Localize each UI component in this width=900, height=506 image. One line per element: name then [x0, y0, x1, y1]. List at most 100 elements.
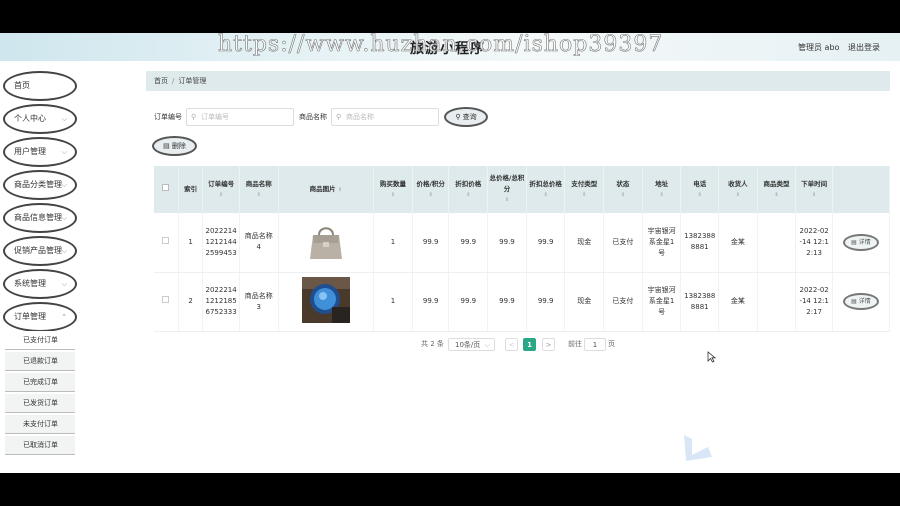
cell-line: 6752333: [205, 308, 237, 317]
cell-price-points: 99.9: [412, 272, 450, 333]
detail-button[interactable]: ▤ 详情: [842, 293, 879, 311]
trash-icon: ▤: [163, 142, 172, 150]
page-size-select[interactable]: 10条/页 ⌵: [448, 338, 495, 351]
col-total-price-points[interactable]: 总价格/总积分 ⇕: [487, 166, 527, 213]
sidebar-item-category[interactable]: 商品分类管理 ⌵: [3, 170, 77, 200]
sidebar-item-system[interactable]: 系统管理 ⌵: [3, 269, 77, 299]
order-no-label: 订单编号: [154, 113, 182, 121]
sidebar-item-label: 系统管理: [14, 279, 46, 288]
subitem-unpaid-orders[interactable]: 未支付订单: [5, 415, 75, 434]
search-icon: ⚲: [336, 113, 342, 121]
row-checkbox[interactable]: [162, 236, 170, 244]
product-name-input[interactable]: ⚲ 商品名称: [331, 108, 439, 126]
col-phone[interactable]: 电话 ⇕: [680, 166, 720, 213]
cell-line: 2022214: [205, 226, 237, 235]
next-page-button[interactable]: >: [542, 338, 555, 351]
document-icon: ▤: [851, 298, 859, 306]
col-price-points[interactable]: 价格/积分 ⇕: [412, 166, 450, 213]
cell-discount-price: 99.9: [448, 272, 489, 333]
detail-button[interactable]: ▤ 详情: [842, 233, 879, 251]
app-screen: 旅游小程序 https://www.huzhan.com/ishop39397 …: [0, 33, 900, 473]
select-all-cell: [154, 166, 179, 213]
sidebar-item-label: 促销产品管理: [14, 246, 62, 255]
sort-icon: ⇕: [659, 191, 664, 198]
cell-line: 1212185: [205, 297, 237, 306]
cell-receiver: 金某: [718, 272, 758, 333]
order-no-input[interactable]: ⚲ 订单编号: [186, 108, 294, 126]
sidebar-item-home[interactable]: 首页: [3, 71, 77, 101]
col-pay-type[interactable]: 支付类型 ⇕: [564, 166, 605, 213]
sort-icon: ⇕: [582, 191, 587, 198]
chevron-down-icon: ⌵: [61, 181, 67, 189]
prev-page-button[interactable]: <: [505, 338, 518, 351]
cell-price-points: 99.9: [412, 213, 450, 273]
mouse-cursor-icon: [707, 351, 716, 363]
cell-discount-total: 99.9: [526, 272, 566, 333]
cell-line: 2:17: [806, 308, 823, 317]
subitem-paid-orders[interactable]: 已支付订单: [5, 331, 75, 350]
subitem-completed-orders[interactable]: 已完成订单: [5, 373, 75, 392]
sort-icon: ⇕: [543, 191, 548, 198]
sort-icon: ⇕: [774, 191, 779, 198]
subitem-refunded-orders[interactable]: 已退款订单: [5, 352, 75, 371]
breadcrumb-home[interactable]: 首页: [154, 77, 168, 85]
cell-actions: ▤ 详情: [832, 272, 891, 333]
sidebar-item-orders[interactable]: 订单管理 ⌃: [3, 302, 77, 332]
cell-qty: 1: [373, 272, 413, 333]
cell-line: 宇宙银河: [647, 226, 676, 235]
sidebar-item-products[interactable]: 商品信息管理 ⌵: [3, 203, 77, 233]
breadcrumb: 首页 / 订单管理: [146, 71, 890, 91]
cell-pay-type: 现金: [564, 272, 605, 333]
page-unit-label: 页: [608, 340, 615, 348]
col-receiver[interactable]: 收货人 ⇕: [718, 166, 758, 213]
subitem-cancelled-orders[interactable]: 已取消订单: [5, 436, 75, 455]
col-status[interactable]: 状态 ⇕: [603, 166, 643, 213]
delete-button[interactable]: ▤ 删除: [152, 136, 197, 156]
pagination-total: 共 2 条: [421, 340, 444, 348]
col-qty[interactable]: 购买数量 ⇕: [373, 166, 413, 213]
col-product-image[interactable]: 商品图片 ⇕: [278, 166, 375, 213]
chevron-down-icon: ⌵: [61, 115, 67, 123]
col-product-type[interactable]: 商品类型 ⇕: [757, 166, 797, 213]
logout-link[interactable]: 退出登录: [848, 42, 880, 53]
cell-order-time: 2022-02 -14 12:1 2:17: [795, 272, 833, 333]
cell-product-image: [278, 272, 375, 333]
col-order-time[interactable]: 下单时间 ⇕: [795, 166, 833, 213]
select-all-checkbox[interactable]: [162, 184, 170, 191]
query-button-label: 查询: [462, 113, 477, 121]
sort-icon: ⇕: [337, 186, 343, 193]
col-order-no[interactable]: 订单编号 ⇕: [202, 166, 240, 213]
col-product-image-label: 商品图片: [309, 184, 336, 193]
sidebar: 首页 个人中心 ⌵ 用户管理 ⌵ 商品分类管理 ⌵ 商品信息管理 ⌵ 促销产品管理 ⌵ 系…: [0, 61, 82, 473]
cell-status: 已支付: [603, 272, 643, 333]
subitem-shipped-orders[interactable]: 已发货订单: [5, 394, 75, 413]
cell-line: 8881: [690, 243, 709, 252]
page-1-button[interactable]: 1: [523, 338, 536, 351]
col-address[interactable]: 地址 ⇕: [642, 166, 682, 213]
sidebar-item-users[interactable]: 用户管理 ⌵: [3, 137, 77, 167]
cell-line: -14 12:1: [799, 237, 829, 246]
cell-line: 号: [658, 308, 666, 317]
sidebar-item-promotions[interactable]: 促销产品管理 ⌵: [3, 236, 77, 266]
query-button[interactable]: ⚲ 查询: [444, 107, 488, 127]
col-address-label: 地址: [655, 179, 669, 188]
watermark-url: https://www.huzhan.com/ishop39397: [218, 33, 664, 57]
sort-icon: ⇕: [466, 191, 471, 198]
goto-page-input[interactable]: 1: [584, 338, 606, 351]
sidebar-item-profile[interactable]: 个人中心 ⌵: [3, 104, 77, 134]
cell-product-type: [757, 213, 797, 273]
handbag-image[interactable]: [301, 217, 350, 264]
col-discount-total[interactable]: 折扣总价格 ⇕: [526, 166, 566, 213]
sort-icon: ⇕: [735, 191, 740, 198]
col-total-price-points-label: 总价格/总积分: [489, 174, 525, 193]
sort-icon: ⇕: [428, 191, 433, 198]
breadcrumb-separator: /: [172, 77, 175, 85]
col-discount-price-label: 折扣价格: [455, 179, 482, 188]
col-product-name[interactable]: 商品名称 ⇕: [239, 166, 279, 213]
watch-image[interactable]: [301, 276, 350, 323]
orders-table: 索引 订单编号 ⇕ 商品名称 ⇕ 商品图片 ⇕ 购买数量 ⇕ 价格/积分 ⇕ 折扣价格 ⇕…: [154, 166, 891, 333]
chevron-down-icon: ⌵: [61, 148, 67, 156]
cell-line: 系金星1: [648, 297, 675, 306]
row-checkbox[interactable]: [162, 296, 170, 304]
col-discount-price[interactable]: 折扣价格 ⇕: [448, 166, 489, 213]
